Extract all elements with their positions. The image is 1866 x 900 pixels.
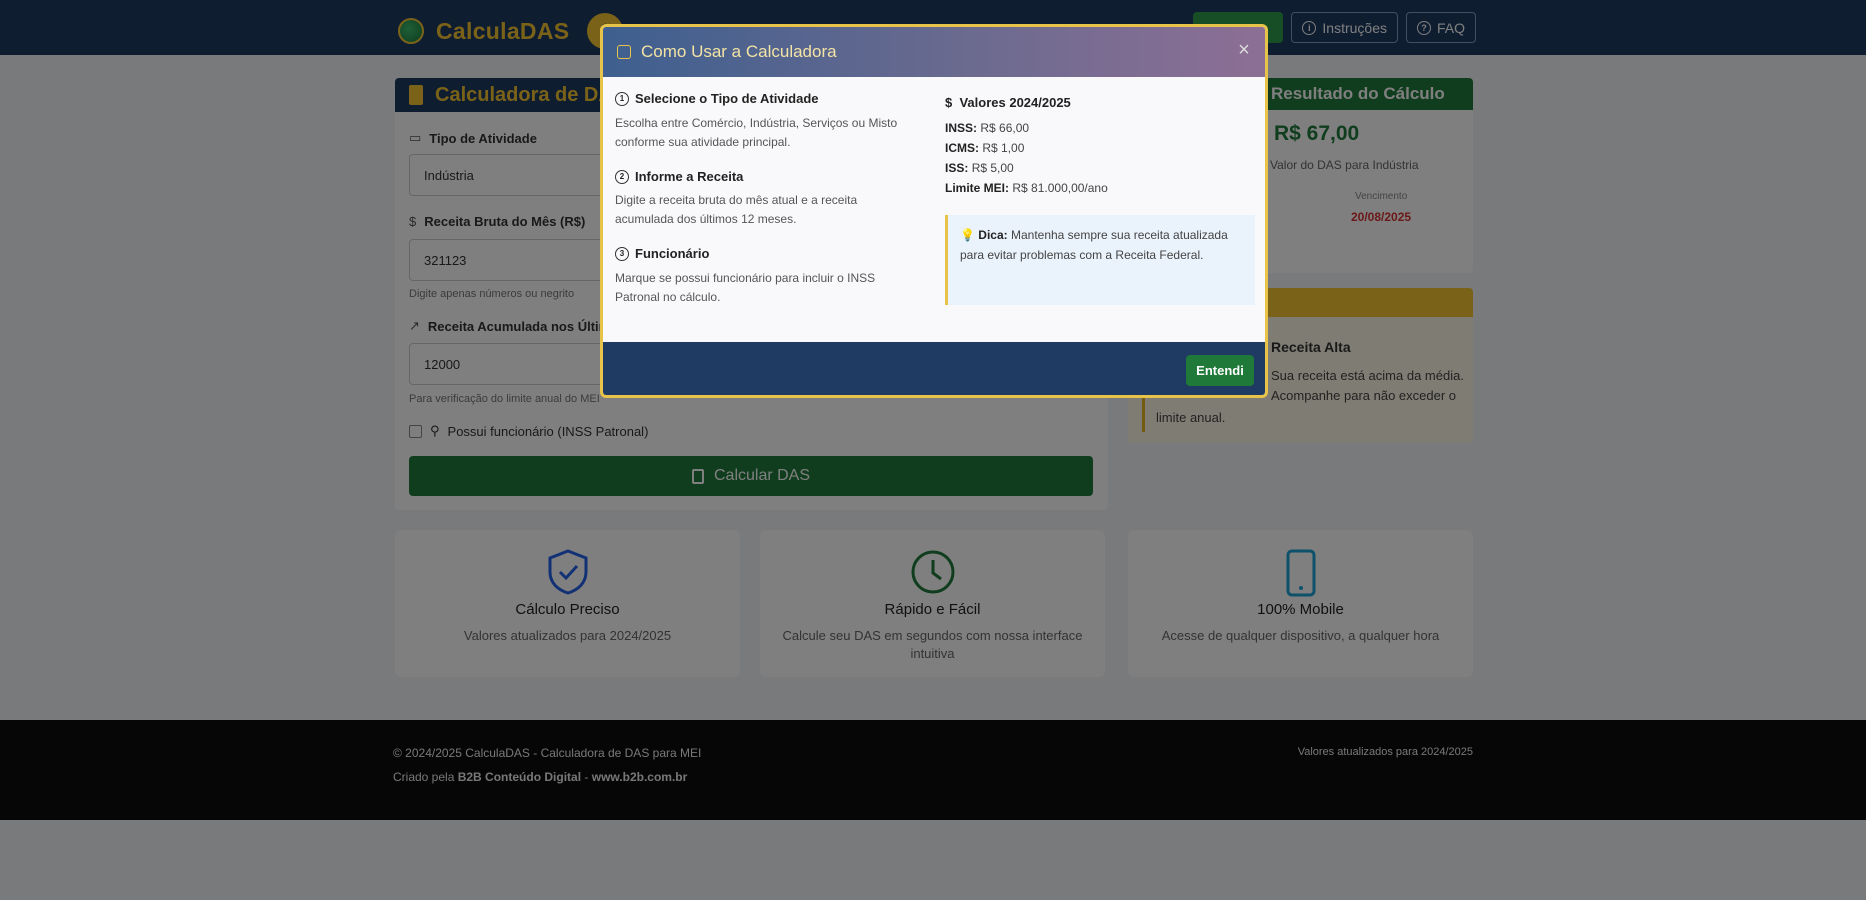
tip-label: Dica: [978,228,1008,242]
step-3-title-text: Funcionário [635,246,710,261]
understood-button[interactable]: Entendi [1186,355,1254,386]
step-3-title: 3 Funcionário [615,246,709,261]
iss-value: R$ 5,00 [971,161,1014,175]
step-2-text: Digite a receita bruta do mês atual e a … [615,193,858,226]
inss-label: INSS: [945,121,978,135]
step-1-icon: 1 [615,91,629,106]
dollar-icon: $ [945,95,960,110]
step-3-icon: 3 [615,246,629,261]
modal-footer: Entendi [603,342,1265,395]
step-2-title: 2 Informe a Receita [615,169,743,184]
step-1-title: 1 Selecione o Tipo de Atividade [615,91,819,106]
book-icon [617,45,631,59]
limit-label: Limite MEI: [945,181,1010,195]
inss-value: R$ 66,00 [980,121,1030,135]
tip-box: 💡 Dica: Mantenha sempre sua receita atua… [945,215,1255,305]
step-1-title-text: Selecione o Tipo de Atividade [635,91,819,106]
value-icms: ICMS: R$ 1,00 [945,141,1024,155]
modal-body: 1 Selecione o Tipo de Atividade Escolha … [603,77,1265,342]
lightbulb-icon: 💡 [960,228,979,242]
step-3-text: Marque se possui funcionário para inclui… [615,271,876,304]
icms-label: ICMS: [945,141,979,155]
modal-title: Como Usar a Calculadora [641,42,837,61]
modal-header: Como Usar a Calculadora [603,27,1265,77]
step-1-text: Escolha entre Comércio, Indústria, Servi… [615,116,898,149]
step-2-title-text: Informe a Receita [635,169,744,184]
how-to-modal: Como Usar a Calculadora × 1 Selecione o … [600,24,1268,398]
step-2-icon: 2 [615,169,629,184]
values-title-text: Valores 2024/2025 [959,95,1071,110]
values-title: $ Valores 2024/2025 [945,95,1071,110]
modal-close-icon[interactable]: × [1234,40,1254,60]
icms-value: R$ 1,00 [982,141,1025,155]
limit-value: R$ 81.000,00/ano [1012,181,1108,195]
value-inss: INSS: R$ 66,00 [945,121,1029,135]
iss-label: ISS: [945,161,969,175]
value-limit: Limite MEI: R$ 81.000,00/ano [945,181,1108,195]
value-iss: ISS: R$ 5,00 [945,161,1014,175]
